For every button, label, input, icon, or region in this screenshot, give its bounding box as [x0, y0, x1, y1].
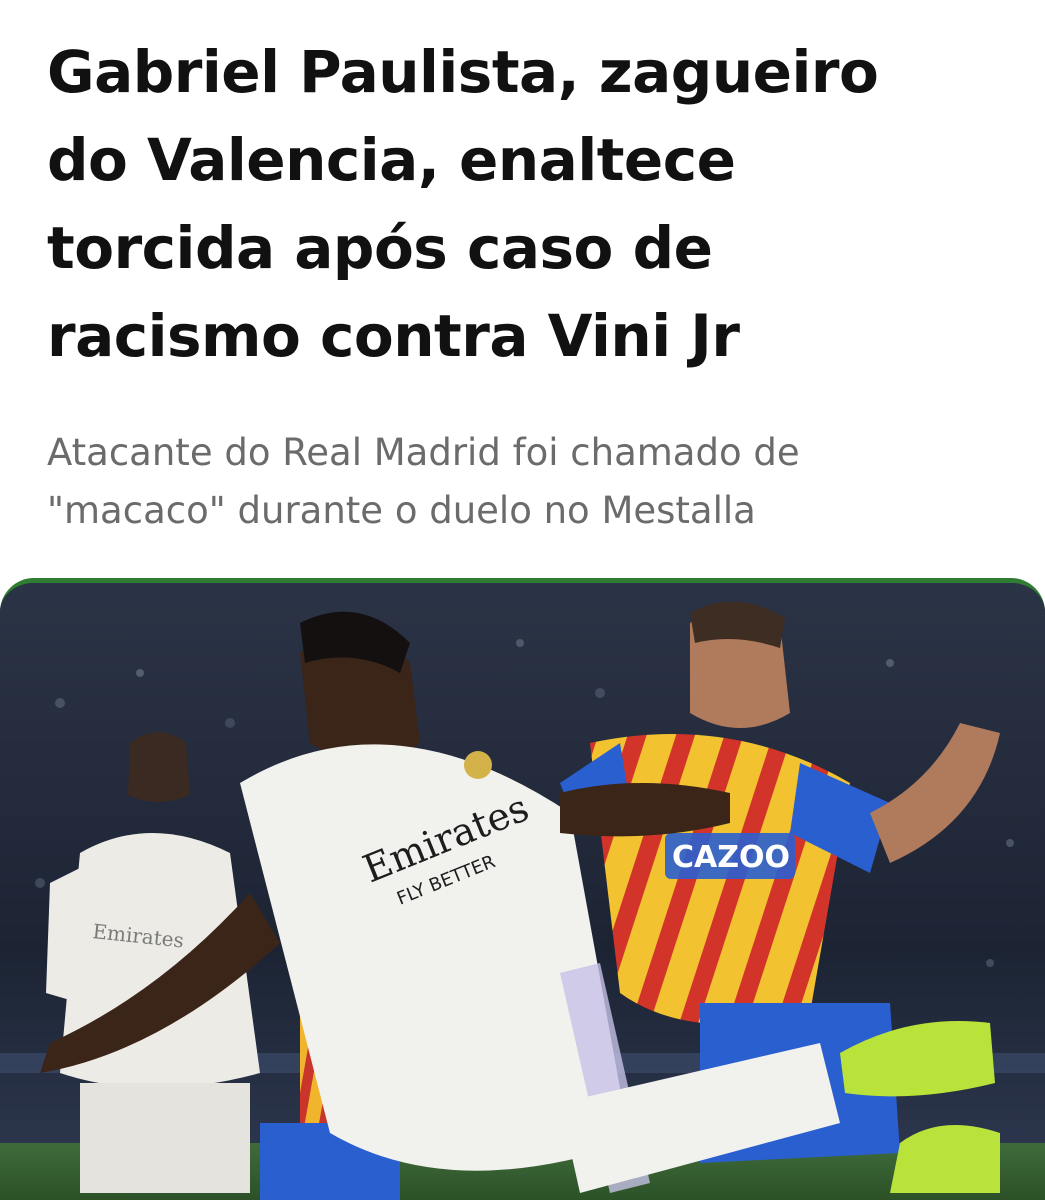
headline-line: racismo contra Vini Jr — [47, 302, 740, 370]
headline-line: torcida após caso de — [47, 214, 713, 282]
real-madrid-crest — [464, 751, 492, 779]
article-photo[interactable]: Emirates CAZOO 5 — [0, 578, 1045, 1200]
photo-illustration: Emirates CAZOO 5 — [0, 583, 1045, 1200]
valencia-sponsor: CAZOO — [672, 840, 790, 875]
subtitle-line: "macaco" durante o duelo no Mestalla — [47, 489, 756, 532]
article-subtitle: Atacante do Real Madrid foi chamado de "… — [47, 424, 1007, 540]
article-page: Gabriel Paulista, zagueiro do Valencia, … — [0, 0, 1045, 1200]
headline-line: Gabriel Paulista, zagueiro — [47, 38, 879, 106]
article-headline: Gabriel Paulista, zagueiro do Valencia, … — [47, 28, 1007, 380]
headline-line: do Valencia, enaltece — [47, 126, 736, 194]
subtitle-line: Atacante do Real Madrid foi chamado de — [47, 431, 800, 474]
